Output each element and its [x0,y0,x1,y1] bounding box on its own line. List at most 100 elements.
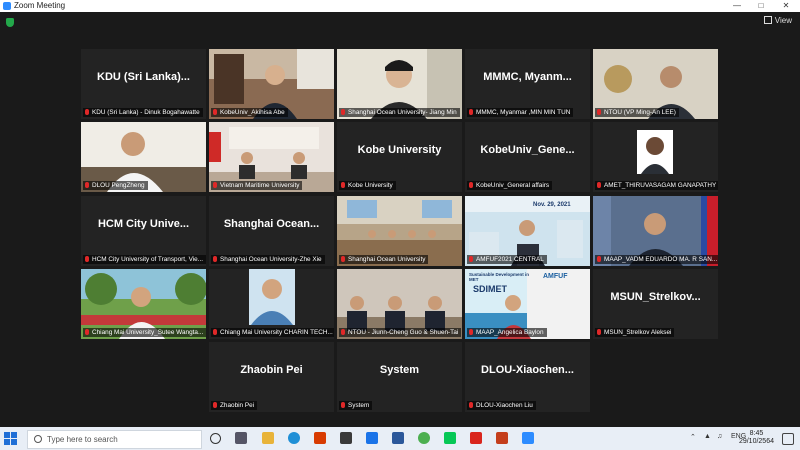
slide-brand-text: SDIMET [473,284,508,294]
participant-caption: Shanghai Ocean University [339,255,429,264]
muted-mic-icon [85,329,89,335]
windows-start-icon[interactable] [4,432,17,445]
network-icon[interactable]: ▲ [704,433,711,440]
close-button[interactable]: ✕ [775,0,797,12]
participant-caption-text: KobeUniv_Akihisa Abe [220,109,285,116]
muted-mic-icon [597,329,601,335]
cortana-icon[interactable] [210,433,221,444]
participant-tile[interactable]: Shanghai Ocean University- Jiang Min [337,49,462,119]
zoom-taskbar-icon[interactable] [522,432,534,444]
participant-tile[interactable]: System System [337,342,462,412]
participant-tile[interactable]: MAAP_VADM EDUARDO MA. R SAN... [593,196,718,266]
clock-time: 8:45 [749,430,764,437]
participant-name-large: Shanghai Ocean... [223,218,320,230]
participant-caption-text: Shanghai Ocean University [348,256,426,263]
participant-tile[interactable]: NTOU (VP Ming-An LEE) [593,49,718,119]
maximize-button[interactable]: □ [750,0,772,12]
participant-tile[interactable]: Chiang Mai University CHARIN TECH... [209,269,334,339]
windows-taskbar: Type here to search ⌃ ▲ ♫ ENG 8:45 29/10… [0,427,800,450]
participant-caption-text: DLOU PengZheng [92,182,145,189]
participant-caption-text: Zhaobin Pei [220,402,255,409]
participant-caption: DLOU PengZheng [83,181,148,190]
volume-icon[interactable]: ♫ [717,433,722,440]
participant-tile[interactable]: NTOU - Jiunn-Cheng Guo & Shuen-Tai [337,269,462,339]
participant-name-large: System [379,364,420,376]
zoom-app-icon [3,2,11,10]
participant-caption-text: Chiang Mai University CHARIN TECH... [220,329,333,336]
participant-caption: DLOU-Xiaochen Liu [467,401,536,410]
taskbar-clock[interactable]: 8:45 29/10/2564 [739,430,774,446]
edge-browser-icon[interactable] [288,432,300,444]
notifications-icon[interactable] [782,433,794,445]
muted-mic-icon [341,109,345,115]
participant-tile[interactable]: DLOU PengZheng [81,122,206,192]
search-placeholder: Type here to search [47,435,118,444]
participant-tile[interactable]: Shanghai Ocean... Shanghai Ocean Univers… [209,196,334,266]
taskbar-search-box[interactable]: Type here to search [27,430,202,449]
participant-tile[interactable]: Vietnam Maritime University [209,122,334,192]
slide-title-text: Sustainable Development in MET [469,272,530,282]
participant-caption: KDU (Sri Lanka) - Dinuk Bogahawatte [83,108,203,117]
participant-tile[interactable]: HCM City Unive... HCM City University of… [81,196,206,266]
task-view-icon[interactable] [235,432,247,444]
participant-tile[interactable]: MMMC, Myanm... MMMC, Myanmar ,MIN MIN TU… [465,49,590,119]
office-icon[interactable] [314,432,326,444]
line-app-icon[interactable] [444,432,456,444]
muted-mic-icon [469,329,473,335]
security-shield-icon[interactable] [6,18,14,27]
participant-caption-text: AMFUF2021 CENTRAL [476,256,544,263]
window-titlebar: Zoom Meeting — □ ✕ [0,0,800,12]
participant-caption-text: KobeUniv_General affairs [476,182,550,189]
participant-tile[interactable]: Zhaobin Pei Zhaobin Pei [209,342,334,412]
tray-up-arrow-icon[interactable]: ⌃ [690,433,696,441]
participant-tile[interactable]: Sustainable Development in MET SDIMET AM… [465,269,590,339]
chrome-browser-icon[interactable] [418,432,430,444]
participant-tile[interactable]: Kobe University Kobe University [337,122,462,192]
participant-tile[interactable]: AMET_THIRUVASAGAM GANAPATHY [593,122,718,192]
muted-mic-icon [341,402,345,408]
participant-caption-text: MMMC, Myanmar ,MIN MIN TUN [476,109,571,116]
word-icon[interactable] [392,432,404,444]
muted-mic-icon [85,109,89,115]
store-icon[interactable] [340,432,352,444]
participant-caption: MAAP_Angelica Baylon [467,328,547,337]
acrobat-icon[interactable] [470,432,482,444]
muted-mic-icon [597,256,601,262]
participant-caption-text: Vietnam Maritime University [220,182,300,189]
participant-tile[interactable]: KobeUniv_Akihisa Abe [209,49,334,119]
participant-tile[interactable]: DLOU-Xiaochen... DLOU-Xiaochen Liu [465,342,590,412]
muted-mic-icon [341,329,345,335]
participant-tile[interactable]: MSUN_Strelkov... MSUN_Strelkov Aleksei [593,269,718,339]
participant-caption: Zhaobin Pei [211,401,258,410]
participant-caption-text: System [348,402,370,409]
participant-caption-text: NTOU - Jiunn-Cheng Guo & Shuen-Tai [348,329,459,336]
participant-caption-text: AMET_THIRUVASAGAM GANAPATHY [604,182,717,189]
slide-logo-text: AMFUF [543,273,568,280]
participant-caption: HCM City University of Transport, Vie... [83,255,206,264]
participant-tile[interactable]: KDU (Sri Lanka)... KDU (Sri Lanka) - Din… [81,49,206,119]
muted-mic-icon [213,256,217,262]
participant-tile[interactable]: KobeUniv_Gene... KobeUniv_General affair… [465,122,590,192]
muted-mic-icon [213,329,217,335]
view-button-label: View [774,16,792,25]
powerpoint-icon[interactable] [496,432,508,444]
participant-caption: NTOU - Jiunn-Cheng Guo & Shuen-Tai [339,328,462,337]
participant-name-large: MSUN_Strelkov... [610,291,701,303]
muted-mic-icon [597,182,601,188]
participant-caption: Shanghai Ocean University-Zhe Xie [211,255,325,264]
participant-tile-active-speaker[interactable]: Nov. 29, 2021 AMFUF2021 CENTRAL [465,196,590,266]
muted-mic-icon [341,256,345,262]
muted-mic-icon [469,402,473,408]
participant-name-large: MMMC, Myanm... [483,71,572,83]
minimize-button[interactable]: — [726,0,748,12]
file-explorer-icon[interactable] [262,432,274,444]
participant-caption: AMET_THIRUVASAGAM GANAPATHY [595,181,718,190]
participant-tile[interactable]: Chiang Mai University_Sutee Wangta... [81,269,206,339]
participant-caption: KobeUniv_Akihisa Abe [211,108,288,117]
participant-tile[interactable]: Shanghai Ocean University [337,196,462,266]
mail-icon[interactable] [366,432,378,444]
muted-mic-icon [341,182,345,188]
view-button[interactable]: View [763,16,792,25]
participant-caption: MSUN_Strelkov Aleksei [595,328,675,337]
participant-caption: NTOU (VP Ming-An LEE) [595,108,679,117]
